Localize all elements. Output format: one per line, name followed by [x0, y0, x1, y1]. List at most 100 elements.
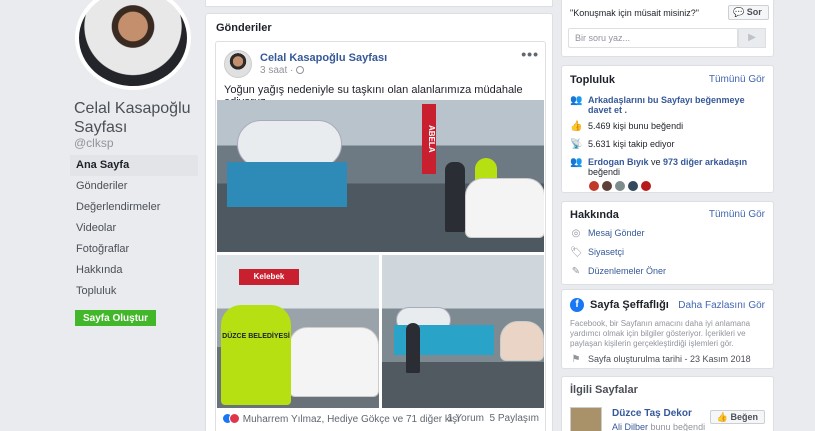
- ask-button[interactable]: 💬 Sor: [728, 5, 769, 20]
- send-icon[interactable]: ▶: [738, 28, 766, 48]
- vest-label: DÜZCE BELEDİYESİ: [222, 333, 290, 340]
- globe-icon: [296, 66, 305, 74]
- post-photo-2[interactable]: Kelebek DÜZCE BELEDİYESİ: [217, 255, 379, 408]
- like-page-label: Beğen: [730, 412, 758, 422]
- like-page-button[interactable]: 👍 Beğen: [709, 410, 765, 424]
- likes-row: 👍 5.469 kişi bunu beğendi: [570, 121, 765, 133]
- parked-car: [465, 178, 544, 238]
- worker-vest-2: DÜZCE BELEDİYESİ: [221, 305, 291, 405]
- store-sign: ABELA: [422, 104, 436, 174]
- nav-item-home[interactable]: Ana Sayfa: [70, 155, 198, 176]
- transparency-more-link[interactable]: Daha Fazlasını Gör: [678, 300, 765, 311]
- chat-bubble-icon: 💬: [733, 7, 745, 17]
- follows-row: 📡 5.631 kişi takip ediyor: [570, 139, 765, 151]
- post-author-avatar[interactable]: [224, 50, 252, 78]
- message-row: ◎ Mesaj Gönder: [570, 228, 765, 240]
- profile-picture[interactable]: [75, 0, 191, 90]
- friend-avatars: [589, 180, 654, 194]
- post-photo-main[interactable]: ABELA: [217, 100, 544, 252]
- avatar[interactable]: [615, 181, 625, 191]
- transparency-description: Facebook, bir Sayfanın amacını daha iyi …: [570, 319, 751, 348]
- shares-count[interactable]: 5 Paylaşım: [490, 413, 539, 424]
- avatar[interactable]: [602, 181, 612, 191]
- send-message-link[interactable]: Mesaj Gönder: [588, 228, 645, 238]
- suggest-row: ✎ Düzenlemeler Öner: [570, 266, 765, 278]
- about-card: Hakkında Tümünü Gör ◎ Mesaj Gönder 🏷 Siy…: [561, 201, 774, 285]
- follows-count: 5.631 kişi takip ediyor: [588, 139, 675, 149]
- about-title: Hakkında: [570, 209, 619, 221]
- avatar[interactable]: [641, 181, 651, 191]
- created-date: Sayfa oluşturulma tarihi - 23 Kasım 2018: [588, 354, 751, 364]
- post-photo-3[interactable]: [382, 255, 544, 408]
- avatar[interactable]: [589, 181, 599, 191]
- post-author-name[interactable]: Celal Kasapoğlu Sayfası: [260, 52, 387, 64]
- composer-card-bottom: [205, 0, 553, 7]
- follow-icon: 📡: [570, 139, 583, 150]
- transparency-title: Sayfa Şeffaflığı: [590, 299, 669, 311]
- invite-friends-link[interactable]: Arkadaşlarını bu Sayfayı beğenmeye davet…: [588, 95, 765, 115]
- white-car: [289, 327, 379, 397]
- nav-item-videos[interactable]: Videolar: [70, 218, 198, 239]
- category-link[interactable]: Siyasetçi: [588, 247, 624, 257]
- messenger-prompt: "Konuşmak için müsait misiniz?": [570, 8, 699, 18]
- posts-section-title: Gönderiler: [216, 22, 272, 34]
- posts-section: Gönderiler Celal Kasapoğlu Sayfası 3 saa…: [205, 13, 553, 431]
- friend-link[interactable]: Ali Dilber: [612, 422, 648, 431]
- liked-page-avatar[interactable]: [570, 407, 602, 431]
- friends-icon: 👥: [570, 157, 583, 168]
- messenger-icon: ◎: [571, 228, 581, 239]
- nav-item-photos[interactable]: Fotoğraflar: [70, 239, 198, 260]
- comments-count[interactable]: 1 Yorum: [447, 413, 484, 424]
- nav-item-about[interactable]: Hakkında: [70, 260, 198, 281]
- people-icon: 👥: [570, 95, 583, 106]
- category-row: 🏷 Siyasetçi: [570, 247, 765, 259]
- store-sign-2: Kelebek: [239, 269, 299, 285]
- liked-pages-card: İlgili Sayfalar Düzce Taş Dekor Ali Dilb…: [561, 376, 774, 431]
- post-stats: 1 Yorum 5 Paylaşım: [447, 413, 539, 424]
- post-time-text: 3 saat ·: [260, 65, 294, 76]
- community-title: Topluluk: [570, 74, 616, 86]
- person-figure: [445, 162, 465, 232]
- more-options-icon[interactable]: •••: [521, 46, 539, 62]
- invite-row: 👥 Arkadaşlarını bu Sayfayı beğenmeye dav…: [570, 95, 765, 115]
- nav-item-reviews[interactable]: Değerlendirmeler: [70, 197, 198, 218]
- create-page-button[interactable]: Sayfa Oluştur: [75, 310, 157, 326]
- nav-item-community[interactable]: Topluluk: [70, 281, 198, 302]
- liked-pages-title: İlgili Sayfalar: [570, 384, 638, 396]
- friends-liked-row: 👥 Erdogan Bıyık ve 973 diğer arkadaşın be…: [570, 157, 765, 177]
- profile-photo: [79, 0, 187, 86]
- avatar[interactable]: [628, 181, 638, 191]
- friends-liked-text: Erdogan Bıyık ve 973 diğer arkadaşın beğe…: [588, 157, 748, 177]
- love-reaction-icon: [229, 413, 240, 424]
- community-see-all[interactable]: Tümünü Gör: [709, 74, 765, 85]
- about-see-all[interactable]: Tümünü Gör: [709, 209, 765, 220]
- thumbs-up-icon: 👍: [716, 412, 728, 422]
- parked-car-2: [500, 321, 544, 361]
- liked-page-sub: Ali Dilber bunu beğendi: [612, 422, 706, 431]
- tanker-tank: [237, 120, 342, 168]
- ask-button-label: Sor: [746, 7, 762, 17]
- reactions-summary: Muharrem Yılmaz, Hediye Gökçe ve 71 diğe…: [242, 414, 460, 425]
- page-handle[interactable]: @clksp: [74, 136, 114, 150]
- nav-item-posts[interactable]: Gönderiler: [70, 176, 198, 197]
- flag-icon: ⚑: [571, 354, 581, 365]
- reactions-bar[interactable]: Muharrem Yılmaz, Hediye Gökçe ve 71 diğe…: [222, 413, 459, 425]
- likes-count: 5.469 kişi bunu beğendi: [588, 121, 684, 131]
- friend-name-link[interactable]: Erdogan Bıyık: [588, 157, 649, 167]
- post-card: Celal Kasapoğlu Sayfası 3 saat · ••• Yoğ…: [215, 41, 546, 431]
- facebook-icon: f: [570, 298, 584, 312]
- post-timestamp[interactable]: 3 saat ·: [260, 65, 305, 76]
- person-figure-2: [406, 323, 420, 373]
- pencil-icon: ✎: [571, 266, 581, 277]
- transparency-card: f Sayfa Şeffaflığı Daha Fazlasını Gör Fa…: [561, 289, 774, 369]
- created-row: ⚑ Sayfa oluşturulma tarihi - 23 Kasım 20…: [570, 354, 765, 366]
- page-nav: Ana Sayfa Gönderiler Değerlendirmeler Vi…: [70, 155, 198, 302]
- liked-page-name[interactable]: Düzce Taş Dekor: [612, 408, 692, 419]
- question-input[interactable]: Bir soru yaz...: [568, 28, 738, 48]
- suggest-edits-link[interactable]: Düzenlemeler Öner: [588, 266, 666, 276]
- thumbs-up-icon: 👍: [570, 121, 583, 132]
- tag-icon: 🏷: [570, 247, 583, 258]
- page-title: Celal Kasapoğlu Sayfası: [74, 100, 191, 136]
- community-card: Topluluk Tümünü Gör 👥 Arkadaşlarını bu S…: [561, 65, 774, 193]
- other-friends-link[interactable]: 973 diğer arkadaşın: [663, 157, 747, 167]
